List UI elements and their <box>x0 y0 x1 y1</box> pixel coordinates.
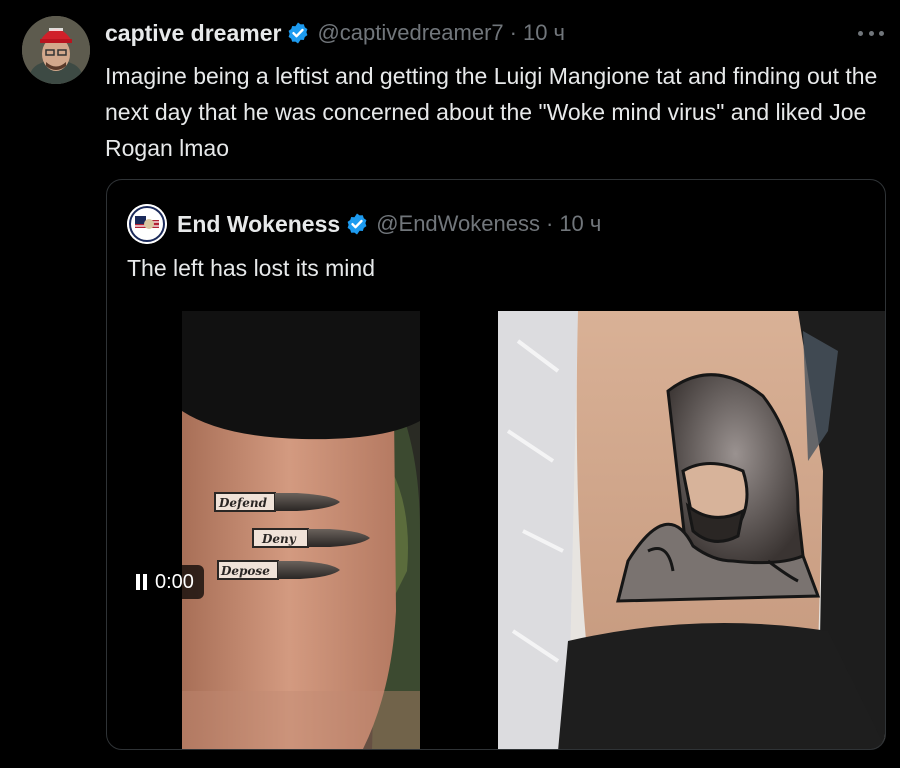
tweet-time[interactable]: 10 ч <box>523 20 565 46</box>
tattoo-word-3: Depose <box>220 564 270 578</box>
quoted-author-avatar[interactable] <box>127 204 167 244</box>
quoted-tweet-time[interactable]: 10 ч <box>559 211 601 237</box>
quoted-author-name[interactable]: End Wokeness <box>177 211 340 238</box>
tattoo-word-1: Defend <box>218 496 268 510</box>
author-avatar[interactable] <box>22 16 90 84</box>
quoted-tweet[interactable]: End Wokeness @EndWokeness · 10 ч The lef… <box>106 179 886 750</box>
more-options-icon[interactable] <box>858 22 884 44</box>
verified-badge-icon[interactable] <box>286 21 310 45</box>
author-handle[interactable]: @captivedreamer7 <box>317 20 503 46</box>
video-time: 0:00 <box>155 570 194 593</box>
separator: · <box>509 20 517 45</box>
separator: · <box>545 211 554 236</box>
quoted-tweet-header: End Wokeness @EndWokeness · 10 ч <box>177 208 601 240</box>
tweet-header: captive dreamer @captivedreamer7 · 10 ч <box>105 17 565 49</box>
quoted-tweet-text: The left has lost its mind <box>127 255 375 281</box>
video-playback-chip[interactable]: 0:00 <box>126 565 204 599</box>
author-name[interactable]: captive dreamer <box>105 20 281 47</box>
tattoo-bullet-3: Depose <box>217 560 340 580</box>
verified-badge-icon[interactable] <box>345 212 369 236</box>
image-hooded-figure-tattoo[interactable] <box>498 311 885 749</box>
video-tattoo-bullets[interactable]: Defend Deny Depose <box>182 311 420 749</box>
quoted-author-handle[interactable]: @EndWokeness <box>376 211 540 237</box>
tattoo-bullet-1: Defend <box>214 492 340 512</box>
pause-icon[interactable] <box>134 574 148 590</box>
tattoo-bullet-2: Deny <box>252 528 370 548</box>
tattoo-word-2: Deny <box>261 532 297 546</box>
tweet-text: Imagine being a leftist and getting the … <box>105 63 878 161</box>
tweet: captive dreamer @captivedreamer7 · 10 ч … <box>0 0 900 768</box>
